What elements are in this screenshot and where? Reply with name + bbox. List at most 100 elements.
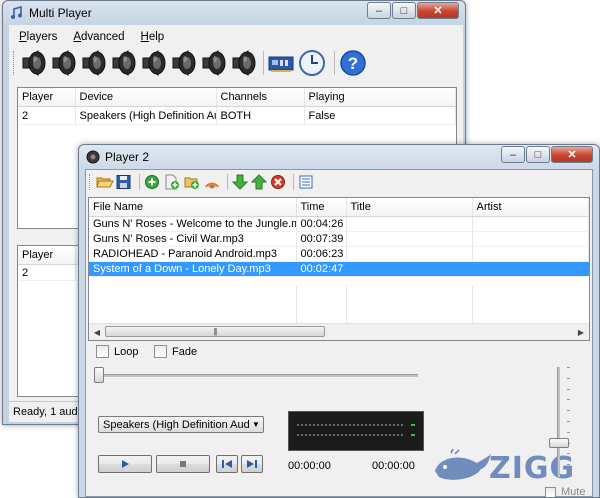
vu-meter-led (411, 434, 415, 436)
remove-icon[interactable] (269, 174, 287, 190)
move-down-icon[interactable] (231, 174, 249, 190)
add-file-icon[interactable] (163, 174, 181, 190)
menu-advanced[interactable]: Advanced (73, 31, 124, 43)
help-icon[interactable]: ? (339, 49, 367, 77)
mute-checkbox-box[interactable] (545, 486, 556, 497)
minimize-button[interactable]: – (367, 2, 391, 19)
volume-tick (567, 410, 570, 411)
volume-tick (567, 399, 570, 400)
add-icon[interactable] (143, 174, 161, 190)
vu-meter-left-channel (297, 424, 405, 426)
fade-checkbox[interactable]: Fade (154, 345, 197, 358)
scroll-left-icon[interactable]: ◀ (89, 324, 105, 340)
vu-meter (288, 411, 424, 451)
toolbar-separator (334, 51, 335, 75)
output-device-select[interactable]: Speakers (High Definition Audio Devi ▼ (98, 416, 264, 433)
add-folder-icon[interactable] (183, 174, 201, 190)
toolbar-separator (293, 174, 294, 190)
main-titlebar[interactable]: Multi Player – □ ✕ (3, 1, 465, 25)
volume-thumb[interactable] (549, 438, 569, 448)
scrollbar-thumb[interactable]: ||| (105, 326, 325, 337)
podcast-icon[interactable] (203, 174, 221, 190)
table-row[interactable]: 2 Speakers (High Definition Audi... BOTH… (18, 106, 456, 125)
column-header-title[interactable]: Title (346, 198, 473, 217)
playlist-icon[interactable] (297, 174, 315, 190)
volume-tick (567, 389, 570, 390)
speaker-icon[interactable] (200, 49, 229, 77)
menu-help[interactable]: Help (141, 31, 165, 43)
cell-artist (472, 231, 589, 247)
speaker-icon[interactable] (20, 49, 49, 77)
cell-time: 00:07:39 (296, 231, 347, 247)
next-button[interactable] (241, 455, 263, 473)
menu-bar: Players Advanced Help (9, 27, 463, 47)
speaker-icon[interactable] (140, 49, 169, 77)
column-header-player[interactable]: Player (18, 246, 76, 265)
loop-checkbox[interactable]: Loop (96, 345, 138, 358)
volume-tick (567, 432, 570, 433)
previous-button[interactable] (216, 455, 238, 473)
volume-tick (567, 421, 570, 422)
volume-tick (567, 464, 570, 465)
column-header-channels[interactable]: Channels (216, 88, 305, 107)
save-icon[interactable] (115, 174, 133, 190)
column-header-device[interactable]: Device (75, 88, 217, 107)
maximize-button[interactable]: □ (392, 2, 416, 19)
player-window: Player 2 – □ ✕ File Name Time Title Arti… (78, 144, 600, 498)
column-header-file-name[interactable]: File Name (89, 198, 297, 217)
cell-time: 00:06:23 (296, 246, 347, 262)
speaker-icon[interactable] (50, 49, 79, 77)
speaker-icon[interactable] (110, 49, 139, 77)
close-button[interactable]: ✕ (417, 2, 459, 19)
speaker-icon[interactable] (230, 49, 259, 77)
loop-label: Loop (114, 345, 139, 358)
minimize-button[interactable]: – (501, 146, 525, 163)
mute-checkbox[interactable]: Mute (545, 486, 585, 497)
sound-card-icon[interactable] (267, 50, 295, 76)
cell-time: 00:04:26 (296, 216, 347, 232)
elapsed-time: 00:00:00 (288, 460, 331, 472)
playlist-grid[interactable]: File Name Time Title Artist Guns N' Rose… (88, 197, 590, 341)
cell-time: 00:02:47 (296, 261, 347, 277)
vu-meter-led (411, 424, 415, 426)
player-titlebar[interactable]: Player 2 – □ ✕ (79, 145, 599, 169)
player-client-area: File Name Time Title Artist Guns N' Rose… (85, 169, 593, 497)
column-header-time[interactable]: Time (296, 198, 347, 217)
volume-slider[interactable] (545, 367, 573, 477)
svg-text:?: ? (348, 54, 358, 73)
maximize-button[interactable]: □ (526, 146, 550, 163)
speaker-icon[interactable] (170, 49, 199, 77)
volume-tick (567, 453, 570, 454)
cell-file-name: System of a Down - Lonely Day.mp3 (89, 261, 297, 277)
play-button[interactable] (98, 455, 152, 473)
cell-file-name: RADIOHEAD - Paranoid Android.mp3 (89, 246, 297, 262)
column-header-player[interactable]: Player (18, 88, 76, 107)
vu-meter-right-channel (297, 434, 405, 436)
stop-button[interactable] (156, 455, 210, 473)
cell-artist (472, 261, 589, 277)
scroll-right-icon[interactable]: ▶ (573, 324, 589, 340)
output-device-value: Speakers (High Definition Audio Devi (103, 418, 249, 431)
playlist-row[interactable]: Guns N' Roses - Civil War.mp3 00:07:39 (89, 231, 589, 247)
close-button[interactable]: ✕ (551, 146, 593, 163)
app-music-icon (11, 6, 22, 19)
playlist-row[interactable]: System of a Down - Lonely Day.mp3 00:02:4… (89, 261, 589, 277)
cell-artist (472, 216, 589, 232)
position-thumb[interactable] (94, 367, 104, 383)
column-header-artist[interactable]: Artist (472, 198, 589, 217)
move-up-icon[interactable] (250, 174, 268, 190)
fade-checkbox-box[interactable] (154, 345, 167, 358)
horizontal-scrollbar[interactable]: ◀ ||| ▶ (89, 323, 589, 340)
menu-players[interactable]: Players (19, 31, 57, 43)
position-track (94, 374, 418, 377)
column-header-playing[interactable]: Playing (304, 88, 456, 107)
open-folder-icon[interactable] (96, 174, 114, 190)
volume-tick (567, 475, 570, 476)
speaker-icon[interactable] (80, 49, 109, 77)
loop-checkbox-box[interactable] (96, 345, 109, 358)
clock-icon[interactable] (298, 49, 326, 77)
playlist-row[interactable]: RADIOHEAD - Paranoid Android.mp3 00:06:23 (89, 246, 589, 262)
cell-player: 2 (18, 106, 76, 125)
playlist-row[interactable]: Guns N' Roses - Welcome to the Jungle.mp… (89, 216, 589, 232)
position-slider[interactable] (94, 367, 418, 383)
